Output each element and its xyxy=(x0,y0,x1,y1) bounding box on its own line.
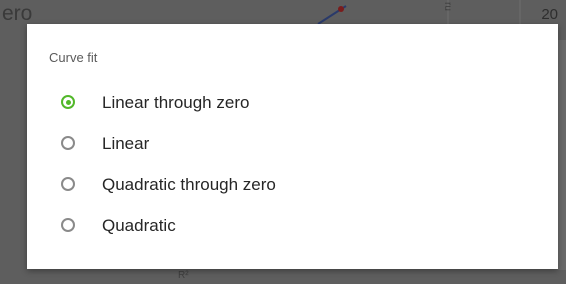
radio-icon[interactable] xyxy=(61,177,75,191)
background-table-edge xyxy=(558,40,566,270)
background-r2-label: R² xyxy=(178,270,189,281)
option-quadratic-through-zero[interactable]: Quadratic through zero xyxy=(27,166,558,206)
dialog-title: Curve fit xyxy=(49,50,98,65)
radio-icon[interactable] xyxy=(61,136,75,150)
background-number: 20 xyxy=(541,6,558,23)
option-label: Linear xyxy=(102,134,150,153)
option-linear[interactable]: Linear xyxy=(27,125,558,165)
option-label: Quadratic xyxy=(102,216,176,235)
background-axis-label: ru xyxy=(442,2,453,11)
option-linear-through-zero[interactable]: Linear through zero xyxy=(27,84,558,124)
option-quadratic[interactable]: Quadratic xyxy=(27,207,558,247)
option-label: Quadratic through zero xyxy=(102,175,276,194)
option-label: Linear through zero xyxy=(102,93,250,112)
radio-icon[interactable] xyxy=(61,218,75,232)
radio-icon[interactable] xyxy=(61,95,75,109)
curve-fit-dialog: Curve fit Linear through zero Linear Qua… xyxy=(27,24,558,269)
